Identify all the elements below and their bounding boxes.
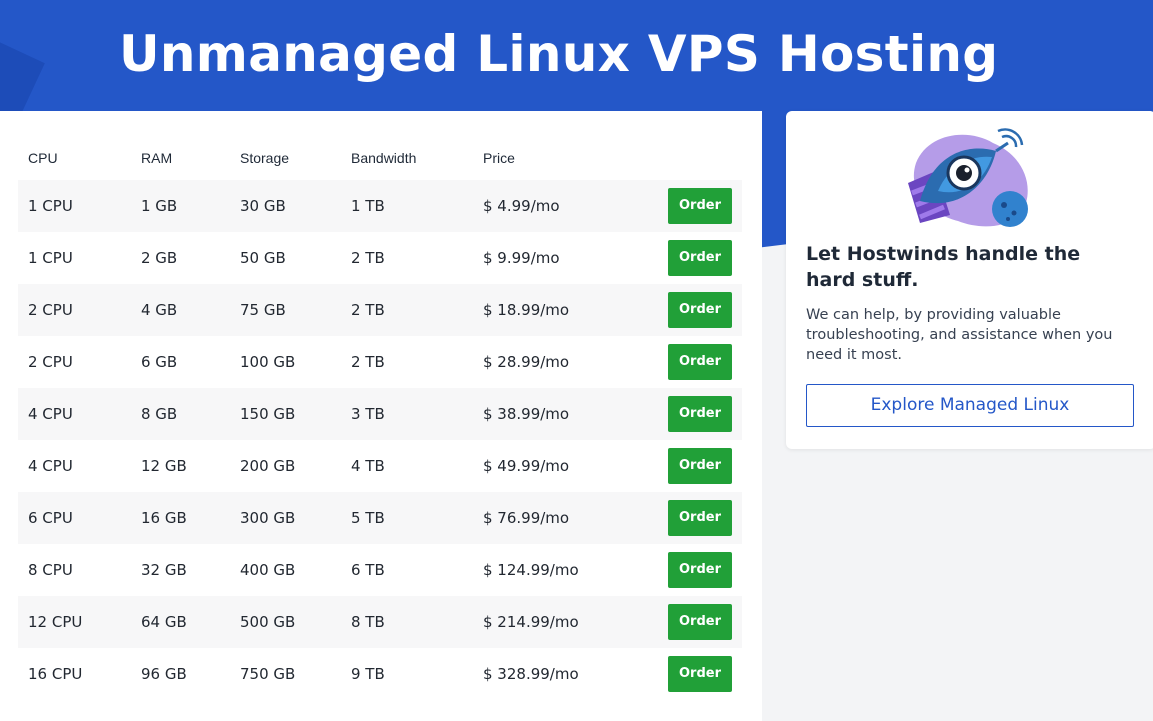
- cell-price: $ 49.99/mo: [473, 440, 647, 492]
- cell-storage: 300 GB: [230, 492, 341, 544]
- cell-cpu: 12 CPU: [18, 596, 131, 648]
- cell-bandwidth: 1 TB: [341, 180, 473, 232]
- order-button[interactable]: Order: [668, 656, 732, 692]
- cell-bandwidth: 5 TB: [341, 492, 473, 544]
- column-header-price: Price: [483, 150, 515, 166]
- order-button[interactable]: Order: [668, 500, 732, 536]
- cell-storage: 200 GB: [230, 440, 341, 492]
- column-header-storage: Storage: [240, 150, 290, 166]
- order-button[interactable]: Order: [668, 396, 732, 432]
- cell-cpu: 4 CPU: [18, 388, 131, 440]
- cell-order: Order: [647, 284, 742, 336]
- table-row: 1 CPU 2 GB 50 GB 2 TB $ 9.99/mo Order: [18, 232, 742, 284]
- cell-order: Order: [647, 180, 742, 232]
- order-button[interactable]: Order: [668, 188, 732, 224]
- cell-cpu: 4 CPU: [18, 440, 131, 492]
- cell-price: $ 328.99/mo: [473, 648, 647, 700]
- cell-price: $ 4.99/mo: [473, 180, 647, 232]
- rocket-mascot-icon: [908, 128, 1028, 227]
- explore-managed-linux-button[interactable]: Explore Managed Linux: [806, 384, 1134, 427]
- cell-ram: 1 GB: [131, 180, 230, 232]
- promo-text: We can help, by providing valuable troub…: [806, 307, 1113, 363]
- cell-price: $ 38.99/mo: [473, 388, 647, 440]
- cell-ram: 6 GB: [131, 336, 230, 388]
- cell-ram: 32 GB: [131, 544, 230, 596]
- cell-price: $ 18.99/mo: [473, 284, 647, 336]
- cell-order: Order: [647, 336, 742, 388]
- order-button[interactable]: Order: [668, 344, 732, 380]
- table-header-row: CPU RAM Storage Bandwidth Price: [18, 136, 742, 180]
- managed-linux-promo: Let Hostwinds handle the hard stuff. We …: [786, 111, 1153, 449]
- cell-ram: 64 GB: [131, 596, 230, 648]
- cell-cpu: 16 CPU: [18, 648, 131, 700]
- cell-storage: 75 GB: [230, 284, 341, 336]
- cell-storage: 150 GB: [230, 388, 341, 440]
- table-row: 1 CPU 1 GB 30 GB 1 TB $ 4.99/mo Order: [18, 180, 742, 232]
- table-row: 4 CPU 8 GB 150 GB 3 TB $ 38.99/mo Order: [18, 388, 742, 440]
- column-header-ram: RAM: [141, 150, 173, 166]
- cell-ram: 2 GB: [131, 232, 230, 284]
- cell-bandwidth: 2 TB: [341, 336, 473, 388]
- cell-bandwidth: 9 TB: [341, 648, 473, 700]
- page-title: Unmanaged Linux VPS Hosting: [119, 25, 999, 83]
- order-button[interactable]: Order: [668, 552, 732, 588]
- cell-order: Order: [647, 440, 742, 492]
- table-row: 12 CPU 64 GB 500 GB 8 TB $ 214.99/mo Order: [18, 596, 742, 648]
- cell-cpu: 1 CPU: [18, 232, 131, 284]
- cell-ram: 16 GB: [131, 492, 230, 544]
- cell-storage: 50 GB: [230, 232, 341, 284]
- cell-order: Order: [647, 232, 742, 284]
- pricing-table: CPU RAM Storage Bandwidth Price 1 CPU 1 G…: [18, 136, 742, 700]
- cell-price: $ 124.99/mo: [473, 544, 647, 596]
- cell-bandwidth: 3 TB: [341, 388, 473, 440]
- cell-storage: 750 GB: [230, 648, 341, 700]
- cell-ram: 8 GB: [131, 388, 230, 440]
- cell-cpu: 6 CPU: [18, 492, 131, 544]
- promo-heading: Let Hostwinds handle the hard stuff.: [806, 243, 1081, 291]
- cell-price: $ 9.99/mo: [473, 232, 647, 284]
- cell-order: Order: [647, 596, 742, 648]
- cell-ram: 4 GB: [131, 284, 230, 336]
- cell-cpu: 2 CPU: [18, 284, 131, 336]
- cell-bandwidth: 6 TB: [341, 544, 473, 596]
- cell-bandwidth: 8 TB: [341, 596, 473, 648]
- cell-order: Order: [647, 492, 742, 544]
- order-button[interactable]: Order: [668, 292, 732, 328]
- cell-storage: 30 GB: [230, 180, 341, 232]
- order-button[interactable]: Order: [668, 604, 732, 640]
- column-header-bandwidth: Bandwidth: [351, 150, 417, 166]
- cell-bandwidth: 2 TB: [341, 232, 473, 284]
- cell-price: $ 28.99/mo: [473, 336, 647, 388]
- cell-storage: 100 GB: [230, 336, 341, 388]
- table-row: 4 CPU 12 GB 200 GB 4 TB $ 49.99/mo Order: [18, 440, 742, 492]
- cell-cpu: 8 CPU: [18, 544, 131, 596]
- cell-cpu: 2 CPU: [18, 336, 131, 388]
- table-row: 2 CPU 4 GB 75 GB 2 TB $ 18.99/mo Order: [18, 284, 742, 336]
- cell-bandwidth: 4 TB: [341, 440, 473, 492]
- order-button[interactable]: Order: [668, 448, 732, 484]
- cell-ram: 96 GB: [131, 648, 230, 700]
- cell-cpu: 1 CPU: [18, 180, 131, 232]
- cell-price: $ 76.99/mo: [473, 492, 647, 544]
- table-row: 6 CPU 16 GB 300 GB 5 TB $ 76.99/mo Order: [18, 492, 742, 544]
- column-header-action: [647, 136, 742, 180]
- cell-order: Order: [647, 648, 742, 700]
- cell-storage: 400 GB: [230, 544, 341, 596]
- cell-ram: 12 GB: [131, 440, 230, 492]
- table-row: 2 CPU 6 GB 100 GB 2 TB $ 28.99/mo Order: [18, 336, 742, 388]
- cell-order: Order: [647, 388, 742, 440]
- cell-order: Order: [647, 544, 742, 596]
- table-row: 16 CPU 96 GB 750 GB 9 TB $ 328.99/mo Order: [18, 648, 742, 700]
- plan-rows: 1 CPU 1 GB 30 GB 1 TB $ 4.99/mo Order 1 CPU 2 G…: [18, 180, 742, 700]
- pricing-panel: CPU RAM Storage Bandwidth Price 1 CPU 1 G…: [0, 111, 762, 721]
- cell-storage: 500 GB: [230, 596, 341, 648]
- cell-bandwidth: 2 TB: [341, 284, 473, 336]
- order-button[interactable]: Order: [668, 240, 732, 276]
- column-header-cpu: CPU: [28, 150, 58, 166]
- cell-price: $ 214.99/mo: [473, 596, 647, 648]
- table-row: 8 CPU 32 GB 400 GB 6 TB $ 124.99/mo Order: [18, 544, 742, 596]
